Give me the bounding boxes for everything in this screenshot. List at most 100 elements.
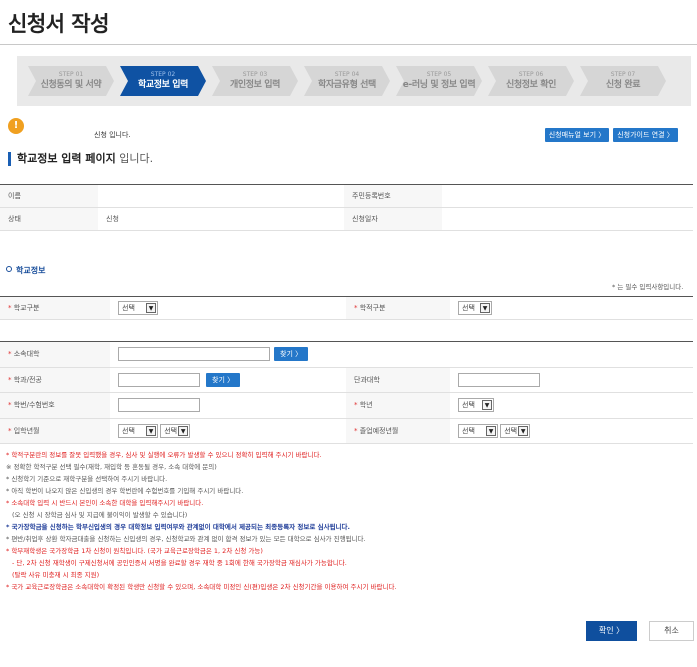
chevron-down-icon: ▼ [146,425,156,436]
table-row: * 소속대학 찾기 〉 [0,341,693,368]
academic-type-label: 학적구분 [359,304,386,312]
department-input[interactable] [118,372,200,387]
table-row: 상태 신청 신청일자 [0,207,693,231]
grade-label: 학년 [359,401,373,410]
grade-select[interactable]: 선택 ▼ [458,398,494,413]
step-4: STEP 04 학자금유형 선택 [304,66,390,96]
page-title: 신청서 작성 [8,12,109,36]
step-number: STEP 01 [58,71,84,78]
chevron-down-icon: ▼ [486,425,496,436]
graduation-label: 졸업예정년월 [359,426,399,435]
chevron-down-icon: ▼ [482,400,492,411]
notice-item: (탈락 사유 미충재 시 최종 지원) [12,571,100,579]
step-label: e-러닝 및 정보 입력 [402,80,476,90]
school-type-select[interactable]: 선택 ▼ [118,301,158,315]
step-label: 신청동의 및 서약 [40,80,102,90]
select-value: 선택 [462,304,475,312]
chevron-down-icon: ▼ [518,425,529,436]
step-number: STEP 05 [426,71,452,78]
graduation-month-select[interactable]: 선택 ▼ [500,423,531,438]
notice-list: * 학적구분란의 정보를 잘못 입력했을 경우, 심사 및 실행에 오류가 발생… [6,449,696,593]
school-type-table: * 학교구분 선택 ▼ * 학적구분 선택 ▼ [0,296,693,320]
select-value: 선택 [462,426,475,435]
admission-month-select[interactable]: 선택 ▼ [160,423,191,438]
rrn-value [442,184,693,208]
title-divider [0,44,697,45]
step-7: STEP 07 신청 완료 [580,66,666,96]
chevron-down-icon: ▼ [178,425,189,436]
table-row: * 입학년월 선택 ▼ 선택 ▼ * 졸업예정년월 선택 ▼ 선택 ▼ [0,418,693,444]
select-value: 선택 [504,426,518,435]
guide-button[interactable]: 신청가이드 연결 〉 [613,128,678,142]
notice-item: - 단, 2차 신청 재학생이 구제신청서에 공인인증서 서명을 완료할 경우 … [12,559,347,567]
notice-item: * 국가 교육근로장학금은 소속대학이 확정된 학생만 신청할 수 있으며, 소… [6,583,397,591]
school-type-label-cell: * 학교구분 [0,296,110,320]
section-title: 학교정보 입력 페이지 입니다. [8,152,153,166]
school-info-subtitle: 학교정보 [6,265,45,276]
admission-label: 입학년월 [13,426,40,435]
college-input[interactable] [458,372,540,387]
select-value: 선택 [164,426,178,435]
notice-item: ※ 정확한 학적구분 선택 필수(재학, 재입학 등 혼동될 경우, 소속 대학… [6,463,217,471]
school-detail-table: * 소속대학 찾기 〉 * 학과/전공 찾기 〉 단과대학 * 학번/수험번호 … [0,341,693,444]
step-3: STEP 03 개인정보 입력 [212,66,298,96]
notice-item: * 학부재학생은 국가장학금 1차 신청이 원칙입니다. (국가 교육근로장학금… [6,547,263,555]
name-label: 이름 [0,184,98,208]
step-number: STEP 07 [610,71,636,78]
table-row: * 학번/수험번호 * 학년 선택 ▼ [0,392,693,419]
admission-year-select[interactable]: 선택 ▼ [118,423,158,438]
status-message: 신청 입니다. [94,131,131,139]
required-note: * 는 필수 입력사항입니다. [612,283,684,291]
department-label: 학과/전공 [13,375,42,384]
student-id-input[interactable] [118,398,200,413]
notice-item: * 신청학기 기준으로 재학구분을 선택하여 주시기 바랍니다. [6,475,168,483]
college-label: 단과대학 [346,367,450,393]
notice-item: * 소속대학 입력 시 반드시 본인이 소속한 대학을 입력해주시기 바랍니다. [6,499,204,507]
section-title-bold: 학교정보 입력 페이지 [17,152,116,165]
step-number: STEP 04 [334,71,360,78]
date-value [442,207,693,231]
department-search-button[interactable]: 찾기 〉 [206,372,241,387]
university-label: 소속대학 [13,350,40,359]
academic-type-label-cell: * 학적구분 [346,296,450,320]
chevron-down-icon: ▼ [146,303,156,313]
step-number: STEP 06 [518,71,544,78]
table-row: 이름 주민등록번호 [0,184,693,208]
step-number: STEP 02 [150,71,176,78]
step-number: STEP 03 [242,71,268,78]
rrn-label: 주민등록번호 [344,184,442,208]
chevron-down-icon: ▼ [480,303,490,313]
notice-item: * 학적구분란의 정보를 잘못 입력했을 경우, 심사 및 실행에 오류가 발생… [6,451,322,459]
step-label: 신청정보 확인 [505,80,556,90]
state-label: 상태 [0,207,98,231]
school-type-label: 학교구분 [13,304,40,312]
applicant-info-table: 이름 주민등록번호 상태 신청 신청일자 [0,184,693,231]
university-input[interactable] [118,347,270,362]
date-label: 신청일자 [344,207,442,231]
table-row: * 학과/전공 찾기 〉 단과대학 [0,367,693,393]
name-value [98,184,344,208]
step-label: 개인정보 입력 [229,80,280,90]
table-row: * 학교구분 선택 ▼ * 학적구분 선택 ▼ [0,296,693,320]
step-label: 학자금유형 선택 [318,80,376,90]
lightbulb-icon: ! [8,118,24,134]
manual-button[interactable]: 신청매뉴얼 보기 〉 [545,128,609,142]
notice-item: * 국가장학금을 신청하는 학부신입생의 경우 대학정보 입력여부와 관계없이 … [6,523,350,531]
select-value: 선택 [122,426,135,435]
step-6: STEP 06 신청정보 확인 [488,66,574,96]
academic-type-select[interactable]: 선택 ▼ [458,301,492,315]
step-label: 학교정보 입력 [137,80,188,90]
confirm-button[interactable]: 확인 〉 [586,621,637,641]
step-progress: STEP 01 신청동의 및 서약 STEP 02 학교정보 입력 STEP 03 개… [17,56,691,106]
notice-item: * 아직 학번이 나오지 않은 신입생의 경우 학번란에 수험번호를 기입해 주… [6,487,244,495]
university-search-button[interactable]: 찾기 〉 [274,347,309,362]
step-label: 신청 완료 [605,80,641,90]
step-5: STEP 05 e-러닝 및 정보 입력 [396,66,482,96]
notice-item: * 편반/취업후 상환 학자금대출을 신청하는 신입생의 경우, 신청학교와 관… [6,535,366,543]
select-value: 선택 [122,304,135,312]
cancel-button[interactable]: 취소 [649,621,694,641]
student-id-label: 학번/수험번호 [13,401,55,410]
notice-item: (오 신청 시 장학금 심사 및 지급에 불이익이 발생할 수 있습니다) [12,511,188,519]
state-value: 신청 [98,207,344,231]
graduation-year-select[interactable]: 선택 ▼ [458,423,498,438]
